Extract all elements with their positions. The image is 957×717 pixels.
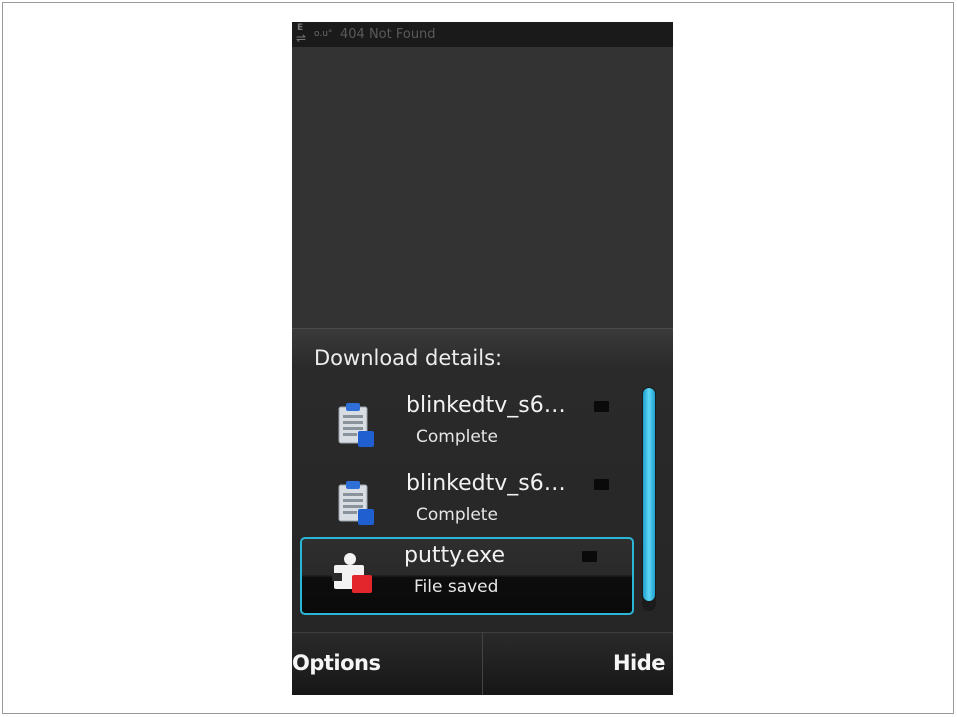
- memory-card-icon: [594, 479, 609, 490]
- download-status: Complete: [416, 505, 498, 525]
- page-title: 404 Not Found: [340, 27, 436, 42]
- download-details-dialog: Download details: blinkedtv_s6… Complete: [292, 328, 673, 633]
- data-transfer-icon: ⇌: [296, 31, 307, 45]
- softkey-divider: [482, 633, 483, 695]
- download-item-selected[interactable]: putty.exe File saved: [300, 537, 634, 615]
- softkey-bar: Options Hide: [292, 632, 673, 695]
- document-icon: [338, 403, 374, 447]
- phone-screen: E ⇌ o.u° 404 Not Found Download details:…: [292, 22, 673, 695]
- download-item[interactable]: blinkedtv_s6… Complete: [302, 465, 632, 539]
- hide-button[interactable]: Hide: [613, 651, 666, 675]
- status-bar: E ⇌ o.u° 404 Not Found: [292, 22, 673, 47]
- download-status: Complete: [416, 427, 498, 447]
- document-icon: [338, 481, 374, 525]
- options-button[interactable]: Options: [292, 651, 381, 675]
- download-file-name: blinkedtv_s6…: [406, 393, 566, 418]
- dialog-title: Download details:: [314, 346, 503, 370]
- signal-icon: E ⇌: [296, 22, 312, 47]
- download-status: File saved: [414, 577, 499, 597]
- battery-icon: o.u°: [314, 29, 333, 39]
- download-file-name: blinkedtv_s6…: [406, 471, 566, 496]
- memory-card-icon: [594, 401, 609, 412]
- memory-card-icon: [582, 551, 597, 562]
- application-package-icon: [332, 553, 372, 593]
- download-item[interactable]: blinkedtv_s6… Complete: [302, 387, 632, 461]
- download-file-name: putty.exe: [404, 543, 506, 568]
- scrollbar-thumb[interactable]: [643, 388, 655, 601]
